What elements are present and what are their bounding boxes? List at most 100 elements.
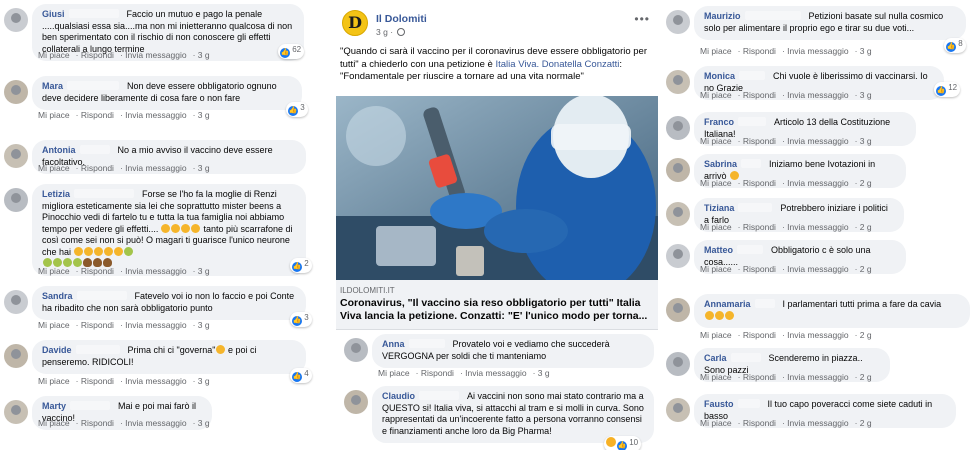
comment-time[interactable]: 3 g <box>198 418 210 428</box>
like-link[interactable]: Mi piace <box>378 368 410 378</box>
reply-link[interactable]: Rispondi <box>81 266 114 276</box>
comment-time[interactable]: 3 g <box>198 266 210 276</box>
comment-author[interactable]: Maurizio <box>704 11 741 21</box>
comment-author[interactable]: Sabrina <box>704 159 737 169</box>
avatar[interactable] <box>4 290 28 314</box>
reply-link[interactable]: Rispondi <box>743 222 776 232</box>
comment-author[interactable]: Annamaria <box>704 299 751 309</box>
reply-link[interactable]: Rispondi <box>743 136 776 146</box>
reply-link[interactable]: Rispondi <box>81 418 114 428</box>
avatar[interactable] <box>4 8 28 32</box>
post-image[interactable] <box>336 96 658 280</box>
reaction-count[interactable]: 👍 10 <box>604 436 642 450</box>
like-link[interactable]: Mi piace <box>700 330 732 340</box>
reply-link[interactable]: Rispondi <box>743 264 776 274</box>
avatar[interactable] <box>666 158 690 182</box>
like-link[interactable]: Mi piace <box>38 50 70 60</box>
comment-author[interactable]: Mara <box>42 81 63 91</box>
reaction-count[interactable]: 👍 12 <box>934 82 961 97</box>
like-link[interactable]: Mi piace <box>38 418 70 428</box>
comment-time[interactable]: 3 g <box>198 110 210 120</box>
reply-link[interactable]: Rispondi <box>743 178 776 188</box>
reaction-count[interactable]: 👍 3 <box>286 102 308 117</box>
like-link[interactable]: Mi piace <box>700 178 732 188</box>
message-link[interactable]: Invia messaggio <box>125 376 186 386</box>
link-title[interactable]: Coronavirus, "Il vaccino sia reso obblig… <box>340 297 656 323</box>
like-link[interactable]: Mi piace <box>700 136 732 146</box>
avatar[interactable] <box>666 398 690 422</box>
comment-author[interactable]: Fausto <box>704 399 734 409</box>
message-link[interactable]: Invia messaggio <box>787 90 848 100</box>
comment-author[interactable]: Monica <box>704 71 735 81</box>
avatar[interactable] <box>666 244 690 268</box>
comment-time[interactable]: 3 g <box>538 368 550 378</box>
reply-link[interactable]: Rispondi <box>743 330 776 340</box>
reply-link[interactable]: Rispondi <box>421 368 454 378</box>
comment-time[interactable]: 3 g <box>198 320 210 330</box>
reply-link[interactable]: Rispondi <box>81 110 114 120</box>
like-link[interactable]: Mi piace <box>38 266 70 276</box>
page-name[interactable]: Il Dolomiti <box>376 13 427 25</box>
comment-time[interactable]: 2 g <box>860 222 872 232</box>
reply-link[interactable]: Rispondi <box>81 376 114 386</box>
comment-author[interactable]: Franco <box>704 117 734 127</box>
comment-time[interactable]: 2 g <box>860 372 872 382</box>
reaction-count[interactable]: 👍 62 <box>278 44 305 59</box>
avatar[interactable] <box>666 70 690 94</box>
reply-link[interactable]: Rispondi <box>81 50 114 60</box>
like-link[interactable]: Mi piace <box>700 372 732 382</box>
post-time[interactable]: 3 g <box>376 27 388 37</box>
avatar[interactable] <box>344 338 368 362</box>
reaction-count[interactable]: 👍 2 <box>290 258 312 273</box>
reply-link[interactable]: Rispondi <box>743 90 776 100</box>
reply-link[interactable]: Rispondi <box>743 372 776 382</box>
comment-author[interactable]: Claudio <box>382 391 415 401</box>
like-link[interactable]: Mi piace <box>38 320 70 330</box>
more-options-icon[interactable]: ••• <box>634 12 650 26</box>
avatar[interactable] <box>4 144 28 168</box>
page-logo[interactable]: D <box>342 10 368 36</box>
message-link[interactable]: Invia messaggio <box>787 222 848 232</box>
message-link[interactable]: Invia messaggio <box>787 264 848 274</box>
message-link[interactable]: Invia messaggio <box>125 110 186 120</box>
comment-time[interactable]: 2 g <box>860 178 872 188</box>
comment-author[interactable]: Anna <box>382 339 405 349</box>
comment-author[interactable]: Letizia <box>42 189 70 199</box>
message-link[interactable]: Invia messaggio <box>125 320 186 330</box>
comment-author[interactable]: Giusi <box>42 9 65 19</box>
comment-author[interactable]: Tiziana <box>704 203 734 213</box>
reply-link[interactable]: Rispondi <box>81 320 114 330</box>
comment-time[interactable]: 2 g <box>860 330 872 340</box>
avatar[interactable] <box>4 188 28 212</box>
message-link[interactable]: Invia messaggio <box>787 136 848 146</box>
avatar[interactable] <box>666 116 690 140</box>
comment-author[interactable]: Matteo <box>704 245 733 255</box>
comment-time[interactable]: 3 g <box>198 376 210 386</box>
message-link[interactable]: Invia messaggio <box>787 46 848 56</box>
message-link[interactable]: Invia messaggio <box>465 368 526 378</box>
message-link[interactable]: Invia messaggio <box>125 266 186 276</box>
comment-time[interactable]: 3 g <box>860 46 872 56</box>
like-link[interactable]: Mi piace <box>700 90 732 100</box>
message-link[interactable]: Invia messaggio <box>787 418 848 428</box>
message-link[interactable]: Invia messaggio <box>125 418 186 428</box>
post-text-link[interactable]: Italia Viva. Donatella Conzatti <box>495 59 619 70</box>
comment-author[interactable]: Marty <box>42 401 66 411</box>
comment-time[interactable]: 3 g <box>860 136 872 146</box>
comment-author[interactable]: Antonia <box>42 145 76 155</box>
like-link[interactable]: Mi piace <box>700 264 732 274</box>
reply-link[interactable]: Rispondi <box>743 418 776 428</box>
like-link[interactable]: Mi piace <box>700 418 732 428</box>
message-link[interactable]: Invia messaggio <box>787 178 848 188</box>
comment-time[interactable]: 3 g <box>860 90 872 100</box>
comment-author[interactable]: Carla <box>704 353 727 363</box>
comment-time[interactable]: 3 g <box>198 163 210 173</box>
like-link[interactable]: Mi piace <box>38 110 70 120</box>
like-link[interactable]: Mi piace <box>700 46 732 56</box>
comment-author[interactable]: Davide <box>42 345 72 355</box>
comment-author[interactable]: Sandra <box>42 291 73 301</box>
comment-time[interactable]: 2 g <box>860 264 872 274</box>
reaction-count[interactable]: 👍 8 <box>944 38 966 53</box>
comment-time[interactable]: 3 g <box>198 50 210 60</box>
message-link[interactable]: Invia messaggio <box>125 163 186 173</box>
